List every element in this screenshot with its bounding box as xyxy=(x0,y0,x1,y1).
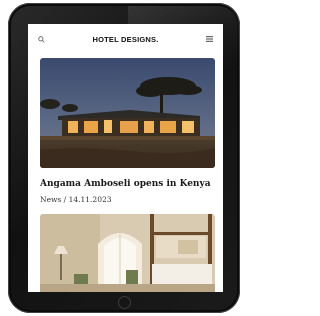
search-icon[interactable] xyxy=(36,34,46,44)
tablet-screen: HOTEL DESIGNS. Angama Amboseli opens in … xyxy=(28,24,223,292)
hotel-bedroom-photo xyxy=(40,214,215,292)
article-meta: News / 14.11.2023 xyxy=(40,195,112,204)
site-header: HOTEL DESIGNS. xyxy=(28,24,223,54)
front-camera xyxy=(131,13,134,16)
article-title[interactable]: Angama Amboseli opens in Kenya xyxy=(40,179,220,189)
site-logo[interactable]: HOTEL DESIGNS. xyxy=(92,35,158,44)
article-image-lodge[interactable] xyxy=(40,58,215,168)
home-button[interactable] xyxy=(118,296,131,309)
article-image-bedroom[interactable] xyxy=(40,214,215,292)
lodge-at-dusk-photo xyxy=(40,58,215,168)
menu-icon[interactable] xyxy=(205,34,215,44)
tablet-device: HOTEL DESIGNS. Angama Amboseli opens in … xyxy=(8,3,240,313)
